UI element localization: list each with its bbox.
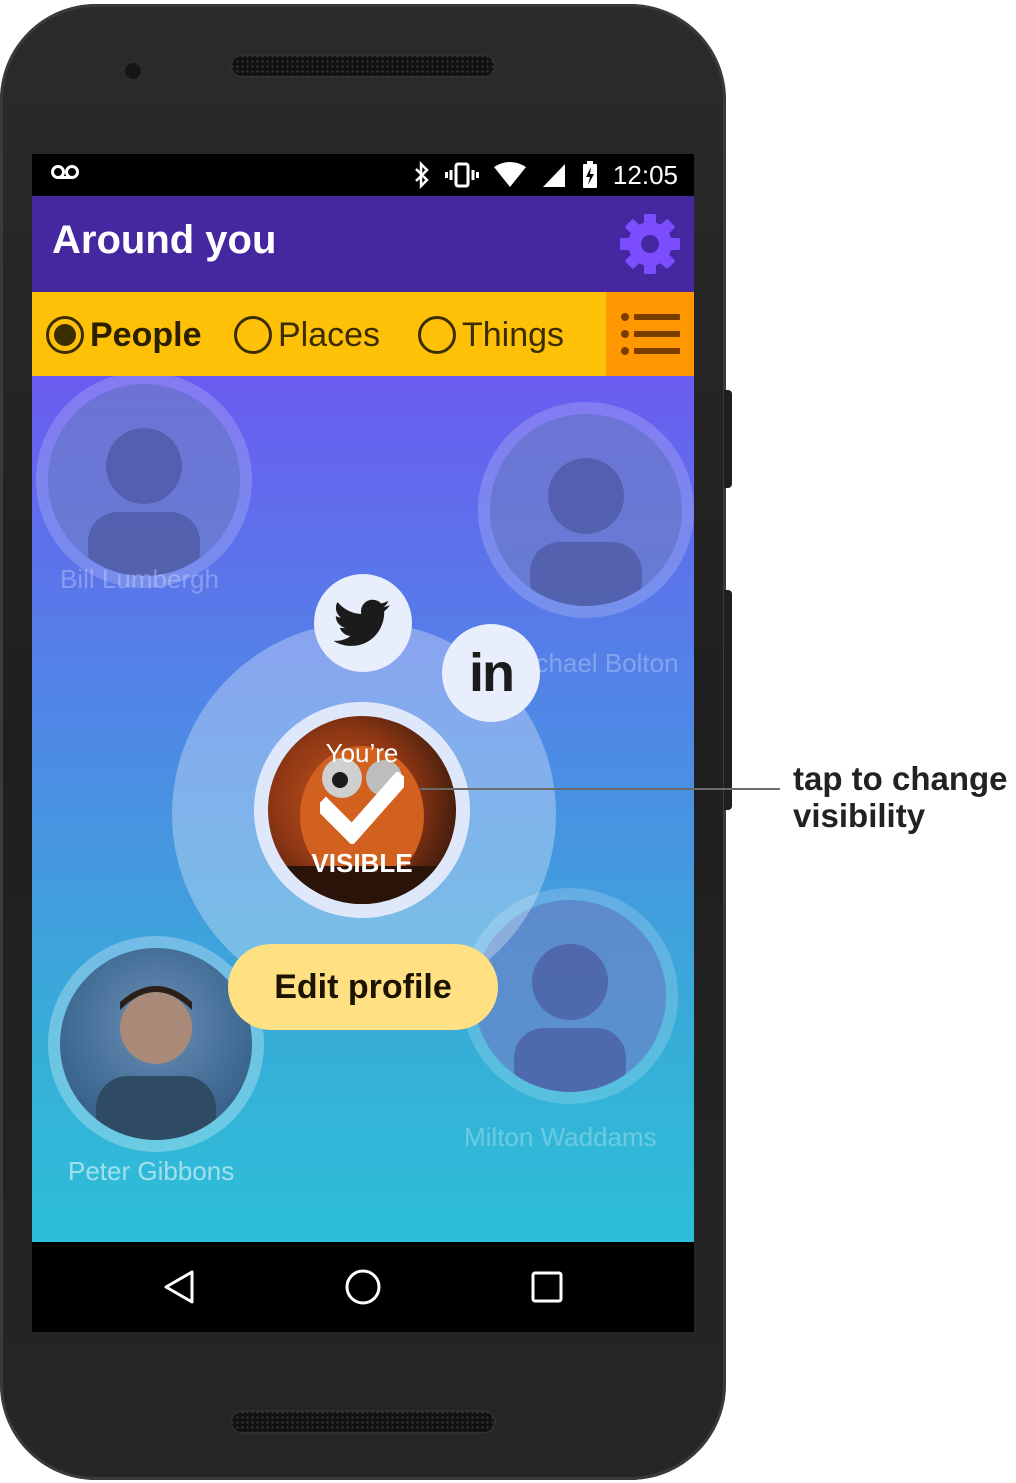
tab-people-label: People <box>90 315 202 354</box>
status-bar: 12:05 <box>32 154 694 196</box>
radio-things[interactable] <box>418 316 456 354</box>
tab-things[interactable]: Things <box>418 312 564 358</box>
annotation-leader-line <box>420 788 780 790</box>
avatar[interactable] <box>36 376 252 588</box>
radio-places[interactable] <box>234 316 272 354</box>
bluetooth-icon <box>415 161 429 189</box>
person-silhouette-icon <box>530 458 642 606</box>
bottom-speaker <box>230 1410 496 1434</box>
power-button <box>724 390 732 488</box>
home-button[interactable] <box>338 1262 388 1312</box>
twitter-button[interactable] <box>314 574 412 672</box>
recents-button[interactable] <box>522 1262 572 1312</box>
twitter-icon <box>334 599 390 646</box>
person-name: Milton Waddams <box>464 1122 657 1152</box>
filter-tabs: People Places Things <box>32 292 694 376</box>
linkedin-button[interactable]: in <box>442 624 540 722</box>
volume-rocker <box>724 590 732 810</box>
vibrate-icon <box>444 162 479 188</box>
back-icon <box>164 1270 194 1304</box>
cell-signal-icon <box>542 164 565 187</box>
people-radar: Bill Lumbergh Michael Bolton Milton Wadd… <box>32 376 694 1242</box>
tab-people[interactable]: People <box>46 312 201 358</box>
gear-icon[interactable] <box>616 210 684 278</box>
home-icon <box>345 1269 381 1305</box>
page-title: Around you <box>52 218 277 262</box>
person-silhouette-icon <box>96 986 216 1140</box>
person-name: Bill Lumbergh <box>60 564 219 594</box>
edit-profile-button[interactable]: Edit profile <box>228 944 498 1030</box>
voicemail-icon <box>51 165 79 179</box>
visibility-status-top: You’re <box>325 738 399 768</box>
front-camera <box>122 60 144 82</box>
wifi-icon <box>493 162 526 187</box>
top-speaker <box>230 54 496 78</box>
annotation-text: tap to change visibility <box>793 760 1008 834</box>
list-view-button[interactable] <box>606 292 694 376</box>
visibility-status-bottom: VISIBLE <box>311 848 413 878</box>
phone-frame: 12:05 Around you People Places Things Bi… <box>0 4 726 1480</box>
radio-people[interactable] <box>46 316 84 354</box>
person-silhouette-icon <box>88 428 200 576</box>
avatar[interactable] <box>478 402 694 618</box>
list-icon <box>621 313 680 355</box>
tab-places[interactable]: Places <box>234 312 380 358</box>
battery-charging-icon <box>582 161 597 188</box>
app-bar: Around you <box>32 196 694 292</box>
back-button[interactable] <box>154 1262 204 1312</box>
recents-icon <box>531 1271 563 1303</box>
linkedin-icon: in <box>469 643 515 703</box>
checkmark-icon <box>320 772 404 844</box>
phone-screen: 12:05 Around you People Places Things Bi… <box>32 154 694 1332</box>
status-clock: 12:05 <box>612 159 678 190</box>
tab-places-label: Places <box>278 315 381 354</box>
visibility-toggle[interactable]: You’re VISIBLE <box>268 716 456 904</box>
person-name: Peter Gibbons <box>68 1156 235 1186</box>
system-nav-bar <box>32 1242 694 1332</box>
tab-things-label: Things <box>462 315 565 354</box>
